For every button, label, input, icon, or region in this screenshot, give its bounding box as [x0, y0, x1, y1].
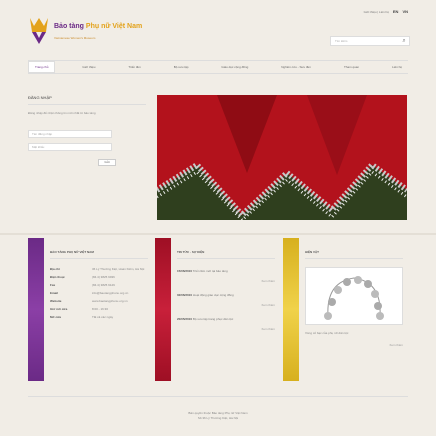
info-value: (84.4) 3825 9129 [92, 283, 115, 287]
site-logo[interactable]: Bảo tàng Phụ nữ Việt Nam Vietnamese Wome… [28, 16, 178, 50]
section-divider [0, 233, 436, 235]
artifact-column: HIỆN VẬT Vòng cổ bạc của phụ nữ dân tộc … [283, 238, 403, 381]
info-key: Điện thoại [50, 275, 65, 279]
info-value: Tất cả các ngày [92, 315, 114, 319]
artifact-image[interactable] [305, 267, 403, 325]
nav-item-home[interactable]: Trang chủ [28, 61, 56, 73]
red-stripe [155, 238, 171, 381]
news-more-link[interactable]: Xem thêm [177, 303, 275, 307]
news-item[interactable]: 02/06/2010 Hoạt động giáo dục cộng đồng [177, 293, 275, 297]
info-key: Email [50, 291, 59, 295]
necklace-illustration [324, 276, 384, 320]
hero-image [157, 95, 407, 220]
artifact-heading: HIỆN VẬT [305, 250, 403, 259]
username-field[interactable]: Tên đăng nhập [28, 130, 112, 138]
info-key: Website [50, 299, 62, 303]
utility-links: Giới thiệu | Liên hệ EN VN [364, 9, 408, 14]
purple-stripe [28, 238, 44, 381]
gold-stripe [283, 238, 299, 381]
museum-info-column: BẢO TÀNG PHỤ NỮ VIỆT NAM Địa chỉ 36 Lý Th… [28, 238, 148, 381]
museum-logo-icon [30, 18, 48, 44]
news-item[interactable]: 20/05/2010 Bộ sưu tập trang phục dân tộc [177, 317, 275, 321]
nav-item-research[interactable]: Nghiên cứu - Sưu tầm [275, 62, 317, 72]
info-value[interactable]: www.baotangphunu.org.vn [92, 299, 148, 303]
info-value: 36 Lý Thường Kiệt, Hoàn Kiếm, Hà Nội [92, 267, 145, 271]
nav-item-exhibitions[interactable]: Triển lãm [122, 62, 146, 72]
login-panel: ĐĂNG NHẬP Đăng nhập để nhận thông tin mớ… [28, 95, 146, 215]
artifact-more-link[interactable]: Xem thêm [305, 343, 403, 347]
lang-vn-link[interactable]: VN [402, 9, 408, 14]
info-key: Mở cửa [50, 315, 61, 319]
nav-item-about[interactable]: Giới thiệu [76, 62, 101, 72]
info-value[interactable]: info@baotangphunu.org.vn [92, 291, 148, 295]
search-input[interactable]: Tìm kiếm ⌕ [330, 36, 410, 46]
login-heading: ĐĂNG NHẬP [28, 95, 146, 105]
password-field[interactable]: Mật khẩu [28, 143, 112, 151]
nav-item-visit[interactable]: Tham quan [338, 62, 365, 72]
news-heading: TIN TỨC - SỰ KIỆN [177, 250, 275, 259]
site-title: Bảo tàng Phụ nữ Việt Nam [54, 23, 143, 30]
utility-link[interactable]: Giới thiệu | Liên hệ [364, 10, 389, 14]
artifact-caption: Vòng cổ bạc của phụ nữ dân tộc [305, 331, 349, 335]
lang-en-link[interactable]: EN [393, 9, 399, 14]
news-column: TIN TỨC - SỰ KIỆN 15/06/2010 Triển lãm m… [155, 238, 275, 381]
info-value: (84.4) 3825 9936 [92, 275, 115, 279]
search-placeholder: Tìm kiếm [335, 39, 348, 43]
search-icon[interactable]: ⌕ [400, 38, 408, 45]
footer: Bản quyền thuộc Bảo tàng Phụ nữ Việt Nam… [28, 396, 408, 430]
news-more-link[interactable]: Xem thêm [177, 279, 275, 283]
nav-item-contact[interactable]: Liên hệ [386, 62, 408, 72]
footer-line-2: Số 36 Lý Thường Kiệt, Hà Nội [197, 416, 239, 420]
info-key: Địa chỉ [50, 267, 60, 271]
login-description: Đăng nhập để nhận thông tin mới nhất từ … [28, 111, 96, 115]
news-more-link[interactable]: Xem thêm [177, 327, 275, 331]
nav-item-collections[interactable]: Bộ sưu tập [168, 62, 195, 72]
main-nav: Trang chủ Giới thiệu Triển lãm Bộ sưu tậ… [28, 60, 408, 74]
info-key: Giờ mở cửa [50, 307, 68, 311]
hero-textile-illustration [157, 95, 407, 220]
news-item[interactable]: 15/06/2010 Triển lãm mới tại bảo tàng [177, 269, 275, 273]
info-key: Fax [50, 283, 56, 287]
site-tagline: Vietnamese Women's Museum [54, 36, 96, 40]
nav-item-education[interactable]: Giáo dục cộng đồng [215, 62, 254, 72]
museum-info-heading: BẢO TÀNG PHỤ NỮ VIỆT NAM [50, 250, 148, 259]
info-value: 8:00 - 16:30 [92, 307, 109, 311]
login-button[interactable]: Gửi [98, 159, 116, 166]
